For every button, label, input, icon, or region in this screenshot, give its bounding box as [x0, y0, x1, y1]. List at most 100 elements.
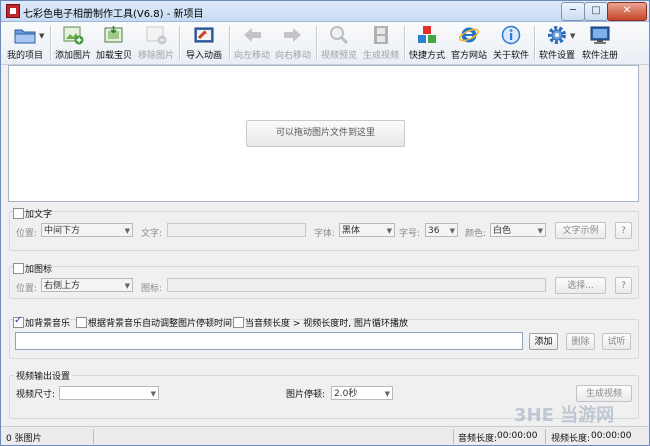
auto-adjust-label: 根据背景音乐自动调整图片停顿时间	[88, 319, 233, 329]
app-window: 七彩色电子相册制作工具(V6.8) - 新项目 ─ □ ✕ 我的项目 ▼ 添加图…	[0, 0, 650, 446]
toolbar-separator	[229, 26, 231, 60]
video-size-label: 视频尺寸:	[16, 390, 56, 400]
toolbar-video-preview-button[interactable]: 视频预览	[320, 22, 358, 64]
toolbar-label: 向左移动	[233, 51, 270, 61]
font-size-select[interactable]: 36 ▼	[425, 223, 458, 237]
add-music-button[interactable]: 添加	[529, 333, 558, 350]
font-size-value: 36	[428, 226, 440, 236]
toolbar-settings-button[interactable]: 软件设置	[537, 22, 577, 64]
loop-checkbox[interactable]	[233, 317, 244, 328]
toolbar-shortcut-button[interactable]: 快捷方式	[408, 22, 446, 64]
pause-select[interactable]: 2.0秒 ▼	[331, 386, 393, 400]
generate-video-button[interactable]: 生成视频	[576, 385, 632, 402]
toolbar-label: 软件注册	[581, 51, 618, 61]
ie-icon	[458, 25, 480, 45]
chevron-down-icon: ▼	[537, 227, 543, 235]
toolbar-register-button[interactable]: 软件注册	[580, 22, 620, 64]
maximize-button[interactable]: □	[584, 2, 608, 21]
chevron-down-icon[interactable]: ▼	[570, 32, 575, 40]
magnifier-icon	[328, 25, 350, 45]
shortcut-cubes-icon	[416, 25, 438, 45]
output-section-title: 视频输出设置	[14, 369, 73, 382]
toolbar-label: 加载宝贝	[95, 51, 132, 61]
choose-icon-button[interactable]: 选择...	[555, 277, 606, 294]
watermark-logo: 3HE 当游网	[514, 405, 615, 426]
minimize-button[interactable]: ─	[561, 2, 585, 21]
toolbar-generate-video-button[interactable]: 生成视频	[362, 22, 400, 64]
toolbar-my-project-button[interactable]: 我的项目	[5, 22, 45, 64]
color-select[interactable]: 白色 ▼	[490, 223, 546, 237]
toolbar-label: 向右移动	[274, 51, 311, 61]
text-sample-button[interactable]: 文字示例	[555, 222, 606, 239]
status-separator	[545, 429, 546, 444]
toolbar-separator	[50, 26, 52, 60]
import-animation-icon	[193, 25, 215, 45]
title-bar[interactable]: 七彩色电子相册制作工具(V6.8) - 新项目 ─ □ ✕	[1, 1, 649, 22]
toolbar-separator	[316, 26, 318, 60]
toolbar-official-site-button[interactable]: 官方网站	[450, 22, 488, 64]
add-text-checkbox[interactable]	[13, 208, 24, 219]
chevron-down-icon: ▼	[449, 227, 455, 235]
listen-music-button[interactable]: 试听	[602, 333, 631, 350]
chevron-down-icon[interactable]: ▼	[39, 32, 44, 40]
status-separator	[453, 429, 454, 444]
toolbar-label: 导入动画	[185, 51, 222, 61]
toolbar-move-left-button[interactable]: 向左移动	[233, 22, 271, 64]
icon-position-label: 位置:	[16, 284, 38, 294]
text-position-select[interactable]: 中间下方 ▼	[41, 223, 133, 237]
video-length-label: 视频长度:	[551, 434, 591, 444]
chevron-down-icon: ▼	[150, 390, 156, 398]
loop-label: 当音频长度 > 视频长度时, 图片循环播放	[245, 319, 408, 329]
video-size-select[interactable]: ▼	[59, 386, 159, 400]
toolbar-label: 软件设置	[538, 51, 575, 61]
bg-music-checkbox[interactable]	[13, 315, 24, 328]
font-select[interactable]: 黑体 ▼	[339, 223, 395, 237]
toolbar-remove-image-button[interactable]: 移除图片	[137, 22, 175, 64]
add-image-icon	[62, 25, 84, 45]
image-drop-area[interactable]: 可以拖动图片文件到这里	[8, 65, 639, 202]
gear-icon	[546, 25, 568, 45]
toolbar-load-package-button[interactable]: 加载宝贝	[95, 22, 133, 64]
close-button[interactable]: ✕	[607, 2, 647, 21]
remove-image-icon	[145, 25, 167, 45]
auto-adjust-checkbox[interactable]	[76, 317, 87, 328]
text-content-label: 文字:	[141, 229, 163, 239]
icon-position-select[interactable]: 右侧上方 ▼	[41, 278, 133, 292]
drop-hint-button[interactable]: 可以拖动图片文件到这里	[246, 120, 405, 147]
pause-label: 图片停顿:	[286, 390, 326, 400]
toolbar-label: 快捷方式	[408, 51, 445, 61]
add-text-label: 加文字	[25, 210, 53, 220]
toolbar-move-right-button[interactable]: 向右移动	[274, 22, 312, 64]
font-value: 黑体	[342, 226, 361, 236]
text-position-value: 中间下方	[44, 226, 81, 236]
toolbar-label: 移除图片	[137, 51, 174, 61]
add-icon-checkbox[interactable]	[13, 263, 24, 274]
status-separator	[93, 429, 94, 444]
toolbar: 我的项目 ▼ 添加图片 加载宝贝 移除图片 导入动画 向左移动 向右移动 视频预…	[1, 22, 649, 65]
icon-path-input[interactable]	[167, 278, 546, 292]
icon-position-value: 右侧上方	[44, 281, 81, 291]
text-content-input[interactable]	[167, 223, 306, 237]
toolbar-label: 生成视频	[362, 51, 399, 61]
icon-help-button[interactable]: ?	[615, 277, 632, 294]
chevron-down-icon: ▼	[124, 282, 130, 290]
toolbar-separator	[179, 26, 181, 60]
music-file-input[interactable]	[15, 332, 523, 350]
image-count: 0 张图片	[6, 434, 42, 444]
toolbar-label: 我的项目	[6, 51, 43, 61]
video-length-value: 00:00:00	[591, 431, 632, 441]
toolbar-label: 关于软件	[492, 51, 529, 61]
add-icon-label: 加图标	[25, 265, 53, 275]
chevron-down-icon: ▼	[384, 390, 390, 398]
register-icon	[589, 25, 611, 45]
text-help-button[interactable]: ?	[615, 222, 632, 239]
status-bar: 0 张图片 音频长度: 00:00:00 视频长度: 00:00:00	[1, 426, 649, 445]
toolbar-about-button[interactable]: 关于软件	[492, 22, 530, 64]
icon-path-label: 图标:	[141, 284, 163, 294]
delete-music-button[interactable]: 删除	[566, 333, 595, 350]
pause-value: 2.0秒	[334, 389, 358, 399]
window-title: 七彩色电子相册制作工具(V6.8) - 新项目	[23, 9, 204, 20]
font-label: 字体:	[314, 229, 336, 239]
toolbar-import-animation-button[interactable]: 导入动画	[183, 22, 225, 64]
toolbar-add-image-button[interactable]: 添加图片	[54, 22, 92, 64]
